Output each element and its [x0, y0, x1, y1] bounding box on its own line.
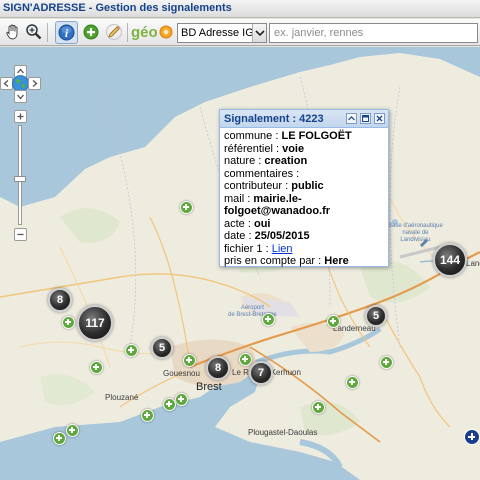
label-brest: Brest: [196, 381, 222, 393]
popup-body: commune : LE FOLGOËT référentiel : voie …: [224, 130, 388, 268]
popup-row-mail: mail : mairie.le-: [224, 192, 302, 205]
report-marker[interactable]: [327, 315, 340, 328]
zoom-in-icon[interactable]: [14, 110, 27, 123]
report-marker[interactable]: [141, 409, 154, 422]
label-landivisiau: Landivi: [466, 259, 480, 268]
popup-row-acte: acte : oui: [224, 217, 271, 230]
cluster-7-relecq[interactable]: 7: [249, 361, 273, 385]
cluster-8-brest[interactable]: 8: [206, 356, 230, 380]
close-icon[interactable]: [374, 113, 385, 124]
popup-row-date: date : 25/05/2015: [224, 230, 310, 242]
report-marker[interactable]: [380, 356, 393, 369]
report-marker[interactable]: [62, 316, 75, 329]
chevron-down-icon[interactable]: [252, 24, 266, 42]
map-view[interactable]: Brest Landerneau Plouzané Gouesnou Le Re…: [0, 47, 480, 480]
popup-row-nature: nature : creation: [224, 155, 308, 167]
zoom-slider-track[interactable]: [18, 125, 22, 225]
report-marker[interactable]: [312, 401, 325, 414]
cluster-5-landerneau[interactable]: 5: [365, 305, 387, 327]
cluster-8-west[interactable]: 8: [48, 288, 72, 312]
toolbar-separator: [127, 23, 128, 42]
minimize-icon[interactable]: [346, 113, 357, 124]
window-title: SIGN'ADRESSE - Gestion des signalements: [3, 2, 232, 14]
layer-select[interactable]: BD Adresse IG: [177, 23, 267, 43]
label-plouzane: Plouzané: [105, 393, 139, 402]
geo-logo[interactable]: géo: [131, 22, 175, 42]
pan-right-icon[interactable]: [28, 77, 41, 90]
cluster-117[interactable]: 117: [77, 305, 113, 341]
map-add-button[interactable]: [464, 429, 480, 445]
svg-text:géo: géo: [131, 24, 158, 41]
report-marker[interactable]: [125, 344, 138, 357]
report-marker[interactable]: [180, 201, 193, 214]
report-marker[interactable]: [262, 313, 275, 326]
cluster-5-gouesnou[interactable]: 5: [151, 337, 173, 359]
popup-row-commentaires: commentaires :: [224, 167, 300, 180]
toolbar: i géo BD Adresse IG: [0, 19, 480, 46]
title-bar: SIGN'ADRESSE - Gestion des signalements: [0, 0, 480, 18]
label-gouesnou: Gouesnou: [163, 369, 200, 378]
zoom-magnifier-icon[interactable]: [24, 22, 44, 42]
popup-row-mail-cont: folgoet@wanadoo.fr: [224, 205, 331, 217]
report-marker[interactable]: [90, 361, 103, 374]
search-input[interactable]: [269, 23, 478, 43]
label-plougastel: Plougastel-Daoulas: [248, 428, 318, 437]
file-link[interactable]: Lien: [272, 243, 293, 255]
dock-icon[interactable]: [360, 113, 371, 124]
info-icon[interactable]: i: [55, 21, 78, 44]
report-marker[interactable]: [53, 432, 66, 445]
toolbar-separator: [47, 23, 48, 42]
report-marker[interactable]: [66, 424, 79, 437]
report-popup: Signalement : 4223 commune : LE FOLGOËT …: [219, 109, 389, 267]
edit-pencil-icon[interactable]: [104, 22, 124, 42]
report-marker[interactable]: [163, 398, 176, 411]
cluster-144[interactable]: 144: [433, 243, 467, 277]
popup-header: Signalement : 4223: [220, 110, 388, 128]
layer-select-value: BD Adresse IG: [181, 27, 254, 39]
zoom-slider-handle[interactable]: [14, 176, 26, 182]
add-report-icon[interactable]: [81, 22, 101, 42]
popup-row-pris-en-compte: pris en compte par : Here: [224, 255, 349, 267]
zoom-out-icon[interactable]: [14, 228, 27, 241]
report-marker[interactable]: [175, 393, 188, 406]
pan-down-icon[interactable]: [14, 90, 27, 103]
popup-row-fichier: fichier 1 : Lien: [224, 242, 293, 255]
report-marker[interactable]: [346, 376, 359, 389]
report-marker[interactable]: [183, 354, 196, 367]
report-marker[interactable]: [239, 353, 252, 366]
label-naval-base: Base d'aéronautique navale de Landivisia…: [388, 223, 443, 243]
popup-row-contributeur: contributeur : public: [224, 180, 324, 192]
pan-hand-icon[interactable]: [3, 22, 23, 42]
popup-title: Signalement : 4223: [224, 113, 324, 125]
popup-row-commune: commune : LE FOLGOËT: [224, 130, 352, 142]
popup-row-referentiel: référentiel : voie: [224, 142, 305, 155]
